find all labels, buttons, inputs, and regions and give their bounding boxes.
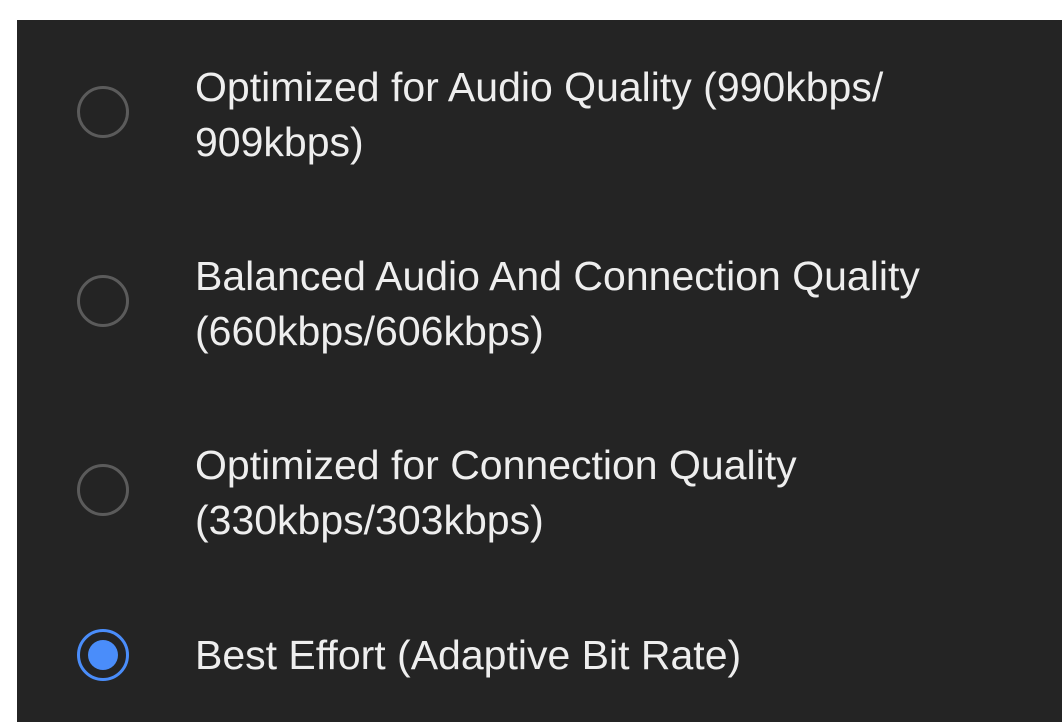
option-connection-quality[interactable]: Optimized for Connection Quality (330kbp… (17, 438, 1062, 558)
option-balanced-quality[interactable]: Balanced Audio And Connection Quality (6… (17, 249, 1062, 369)
radio-button-selected-icon[interactable] (77, 629, 129, 681)
radio-button-icon[interactable] (77, 86, 129, 138)
radio-button-icon[interactable] (77, 275, 129, 327)
audio-quality-panel: Optimized for Audio Quality (990kbps/ 90… (17, 20, 1062, 722)
option-label: Optimized for Connection Quality (330kbp… (195, 442, 797, 543)
option-label: Best Effort (Adaptive Bit Rate) (195, 632, 742, 678)
option-best-effort[interactable]: Best Effort (Adaptive Bit Rate) (17, 626, 1062, 692)
radio-button-icon[interactable] (77, 464, 129, 516)
option-label: Optimized for Audio Quality (990kbps/ 90… (195, 64, 884, 165)
option-audio-quality[interactable]: Optimized for Audio Quality (990kbps/ 90… (17, 60, 1062, 180)
option-label: Balanced Audio And Connection Quality (6… (195, 253, 920, 354)
